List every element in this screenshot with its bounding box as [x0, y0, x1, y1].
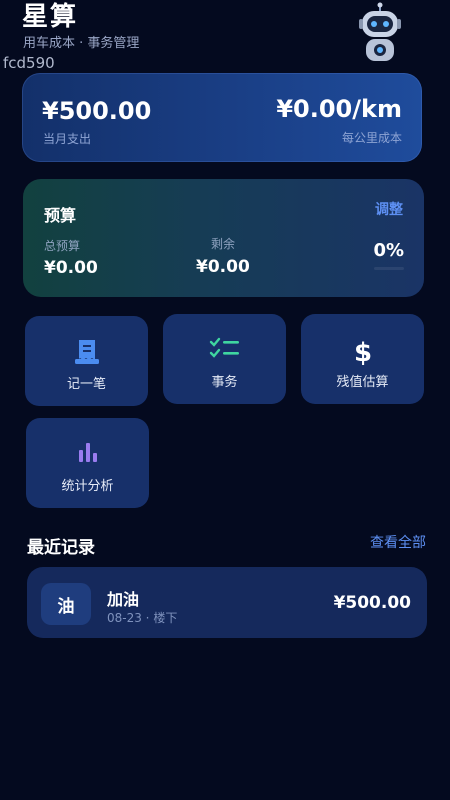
receipt-icon — [25, 338, 148, 366]
action-residual-value-label: 残值估算 — [336, 375, 389, 390]
monthly-spend-label: 当月支出 — [43, 132, 92, 146]
action-add-record-label: 记一笔 — [66, 377, 106, 392]
bar-chart-icon — [26, 440, 149, 464]
budget-title: 预算 — [44, 206, 77, 225]
robot-mascot-icon[interactable] — [357, 2, 403, 64]
user-id-label: fcd590 — [3, 54, 55, 72]
cost-summary-card: ¥500.00 当月支出 ¥0.00/km 每公里成本 — [22, 73, 422, 162]
record-amount: ¥500.00 — [333, 593, 411, 613]
remaining-budget-value: ¥0.00 — [196, 257, 250, 277]
svg-text:$: $ — [353, 338, 371, 366]
action-residual-value[interactable]: $ 残值估算 — [301, 314, 424, 404]
action-tasks-label: 事务 — [211, 375, 238, 390]
app-subtitle: 用车成本 · 事务管理 — [23, 36, 140, 51]
budget-progress-bar — [374, 267, 404, 270]
action-statistics-label: 统计分析 — [61, 479, 114, 494]
action-tasks[interactable]: 事务 — [163, 314, 286, 404]
dollar-icon: $ — [301, 336, 424, 366]
budget-percent: 0% — [373, 240, 404, 261]
remaining-budget-label: 剩余 — [211, 237, 236, 251]
action-add-record[interactable]: 记一笔 — [25, 316, 148, 406]
record-title: 加油 — [107, 590, 140, 609]
recent-records-title: 最近记录 — [27, 538, 95, 558]
budget-card: 预算 调整 总预算 ¥0.00 剩余 ¥0.00 0% — [23, 179, 424, 297]
app-title: 星算 — [22, 2, 79, 32]
budget-adjust-link[interactable]: 调整 — [375, 199, 403, 219]
record-category-avatar: 油 — [41, 583, 91, 625]
checklist-icon — [163, 336, 286, 362]
action-statistics[interactable]: 统计分析 — [26, 418, 149, 508]
total-budget-label: 总预算 — [44, 239, 81, 253]
list-item[interactable]: 油 加油 08-23 · 楼下 ¥500.00 — [27, 567, 427, 638]
total-budget-value: ¥0.00 — [44, 258, 98, 278]
per-km-cost-label: 每公里成本 — [341, 131, 402, 145]
per-km-cost-value: ¥0.00/km — [276, 95, 402, 123]
view-all-link[interactable]: 查看全部 — [370, 532, 426, 552]
monthly-spend-value: ¥500.00 — [42, 97, 152, 125]
record-meta: 08-23 · 楼下 — [107, 611, 178, 625]
